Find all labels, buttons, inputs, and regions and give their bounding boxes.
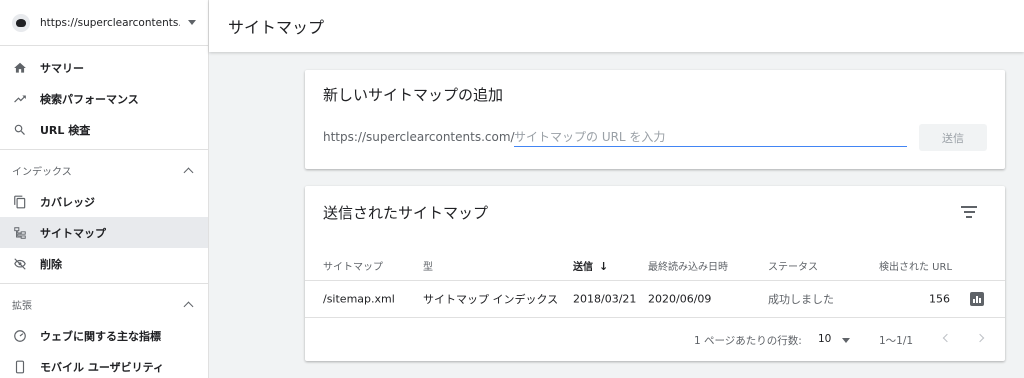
column-label: 送信 <box>573 262 593 273</box>
cell-status: 成功しました <box>768 293 834 306</box>
pagination: 1 ページあたりの行数: 10 1〜1/1 <box>305 318 1005 361</box>
visibility-off-icon <box>12 256 28 272</box>
sidebar-item-coverage[interactable]: カバレッジ <box>0 186 208 217</box>
copy-icon <box>12 194 28 210</box>
rows-per-page-select[interactable]: 10 <box>818 333 831 345</box>
speed-icon <box>12 328 28 344</box>
sidebar-item-performance[interactable]: 検索パフォーマンス <box>0 83 208 114</box>
column-header-type[interactable]: 型 <box>423 258 433 273</box>
sidebar-item-label: ウェブに関する主な指標 <box>40 329 161 343</box>
sidebar-item-label: サマリー <box>40 61 84 75</box>
property-url: https://superclearcontents.c... <box>40 16 180 29</box>
cell-submitted: 2018/03/21 <box>573 292 637 306</box>
sidebar: https://superclearcontents.c... サマリー 検索パ… <box>0 0 209 378</box>
card-title: 新しいサイトマップの追加 <box>323 86 504 104</box>
column-header-submitted[interactable]: 送信 ↓ <box>573 258 608 273</box>
cell-last-read: 2020/06/09 <box>648 292 712 306</box>
sidebar-item-summary[interactable]: サマリー <box>0 52 208 83</box>
bar-chart-icon[interactable] <box>970 292 984 306</box>
sitemap-url-input[interactable] <box>514 127 907 147</box>
column-header-sitemap[interactable]: サイトマップ <box>323 258 383 273</box>
column-header-status[interactable]: ステータス <box>768 258 818 273</box>
sidebar-item-removals[interactable]: 削除 <box>0 248 208 279</box>
divider <box>0 149 208 150</box>
section-index-header[interactable]: インデックス <box>0 154 208 186</box>
filter-icon[interactable] <box>961 206 977 218</box>
chevron-right-icon <box>975 333 985 343</box>
sidebar-item-label: 削除 <box>40 257 62 271</box>
page-title: サイトマップ <box>228 18 325 37</box>
column-header-discovered-urls[interactable]: 検出された URL <box>879 258 952 273</box>
smartphone-icon <box>12 359 28 375</box>
sidebar-item-label: カバレッジ <box>40 195 95 209</box>
home-icon <box>12 60 28 76</box>
section-title: 拡張 <box>12 300 32 312</box>
chevron-up-icon <box>183 301 194 311</box>
trending-up-icon <box>12 91 28 107</box>
rows-per-page-label: 1 ページあたりの行数: <box>694 335 802 347</box>
divider <box>0 283 208 284</box>
next-page-button[interactable] <box>973 331 987 345</box>
dropdown-caret-icon <box>188 20 196 25</box>
sidebar-item-label: 検索パフォーマンス <box>40 92 139 106</box>
sitemap-icon <box>12 225 28 241</box>
chevron-left-icon <box>942 333 952 343</box>
submit-button[interactable]: 送信 <box>919 124 987 151</box>
submitted-sitemaps-card: 送信されたサイトマップ サイトマップ 型 送信 ↓ 最終読み込み日時 ステータス … <box>305 186 1005 361</box>
cell-sitemap: /sitemap.xml <box>323 292 395 306</box>
cell-type: サイトマップ インデックス <box>423 293 559 306</box>
cell-discovered-urls: 156 <box>929 292 950 306</box>
dropdown-caret-icon[interactable] <box>842 338 850 343</box>
sort-arrow-down-icon: ↓ <box>599 260 609 273</box>
property-selector[interactable]: https://superclearcontents.c... <box>0 0 208 46</box>
section-enhancements-header[interactable]: 拡張 <box>0 288 208 320</box>
add-sitemap-card: 新しいサイトマップの追加 https://superclearcontents.… <box>305 70 1005 169</box>
section-title: インデックス <box>12 166 72 178</box>
chevron-up-icon <box>183 167 194 177</box>
column-header-last-read[interactable]: 最終読み込み日時 <box>648 258 728 273</box>
search-icon <box>12 122 28 138</box>
sidebar-item-mobile-usability[interactable]: モバイル ユーザビリティ <box>0 351 208 378</box>
sidebar-item-core-web-vitals[interactable]: ウェブに関する主な指標 <box>0 320 208 351</box>
sidebar-item-label: URL 検査 <box>40 123 91 137</box>
sidebar-item-label: モバイル ユーザビリティ <box>40 360 164 374</box>
table-header: サイトマップ 型 送信 ↓ 最終読み込み日時 ステータス 検出された URL <box>305 252 1005 280</box>
url-prefix: https://superclearcontents.com/ <box>323 130 515 144</box>
page-header: サイトマップ <box>209 0 1024 52</box>
sidebar-item-sitemaps[interactable]: サイトマップ <box>0 217 208 248</box>
previous-page-button[interactable] <box>940 331 954 345</box>
sidebar-item-url-inspection[interactable]: URL 検査 <box>0 114 208 145</box>
sidebar-item-label: サイトマップ <box>40 226 106 240</box>
property-favicon-icon <box>12 13 30 32</box>
page-range: 1〜1/1 <box>879 335 914 347</box>
card-title: 送信されたサイトマップ <box>323 204 489 222</box>
table-row[interactable]: /sitemap.xml サイトマップ インデックス 2018/03/21 20… <box>305 280 1005 318</box>
